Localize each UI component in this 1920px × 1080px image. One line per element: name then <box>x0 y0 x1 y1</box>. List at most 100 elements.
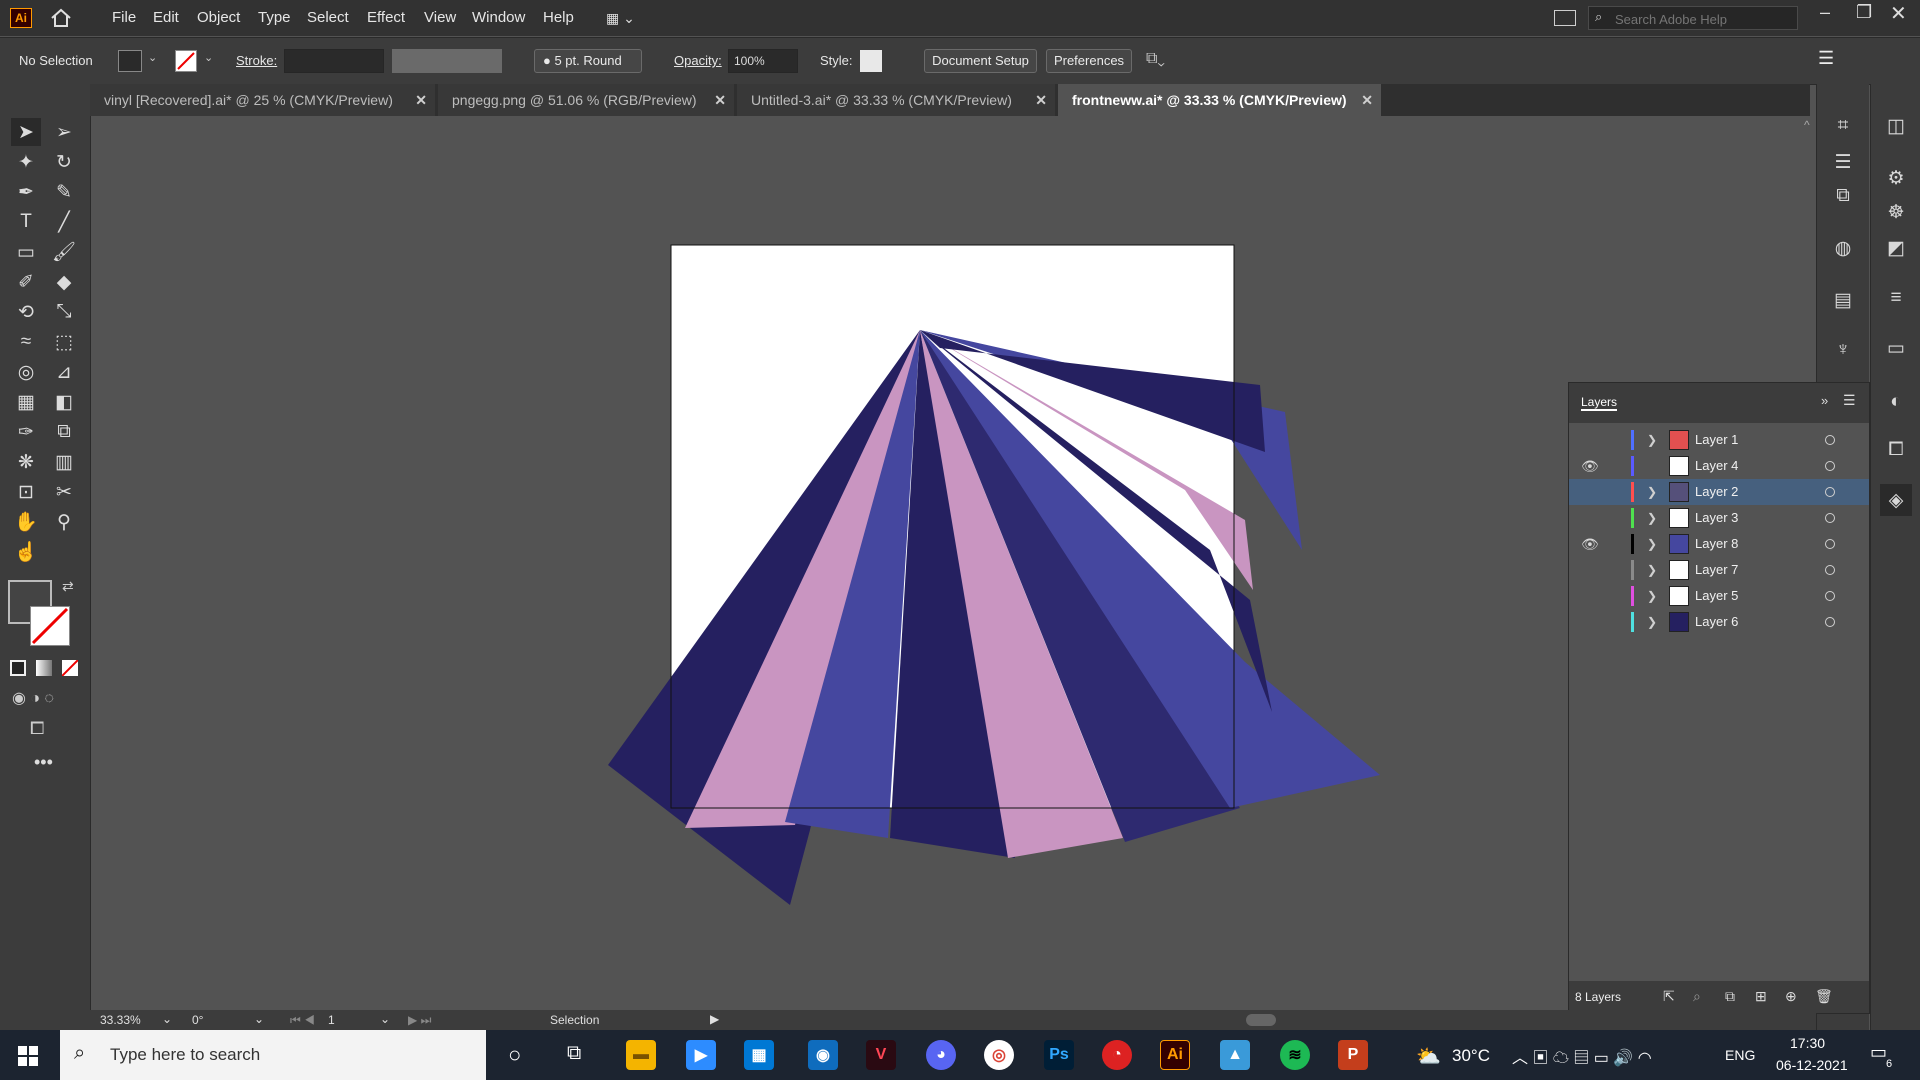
warp-tool-icon[interactable]: ≈ <box>11 328 41 356</box>
graphic-styles-icon[interactable]: ◩ <box>1880 232 1912 264</box>
collapse-panel-icon[interactable]: » <box>1821 393 1828 408</box>
delete-layer-icon[interactable]: 🗑 <box>1815 988 1833 1005</box>
properties-icon[interactable]: ◫ <box>1880 110 1912 142</box>
swap-colors-icon[interactable]: ⇄ <box>62 578 74 595</box>
gradient-mode-icon[interactable] <box>36 660 52 676</box>
shaper-tool-icon[interactable]: ✐ <box>11 268 41 296</box>
valorant-icon[interactable]: V <box>866 1040 896 1070</box>
opacity-label[interactable]: Opacity: <box>674 38 722 84</box>
new-sublayer-icon[interactable]: ⊞ <box>1755 988 1767 1005</box>
artboard-dropdown-icon[interactable]: ⌄ <box>380 1012 390 1026</box>
workspace-switcher[interactable]: ▦ ⌄ <box>606 10 646 26</box>
eyedropper-icon[interactable]: ✑ <box>11 418 41 446</box>
zoom-tool-icon[interactable]: ⚲ <box>49 508 79 536</box>
libraries-icon[interactable]: ⚙ <box>1880 162 1912 194</box>
column-graph-icon[interactable]: ▥ <box>49 448 79 476</box>
opacity-field[interactable]: 100% <box>728 49 798 73</box>
layer-target-icon[interactable] <box>1825 487 1835 497</box>
close-window-icon[interactable]: ✕ <box>1890 1 1907 26</box>
layer-name[interactable]: Layer 5 <box>1695 583 1738 609</box>
locate-object-icon[interactable]: ⌕ <box>1693 988 1701 1005</box>
stroke-swatch[interactable] <box>175 50 197 72</box>
line-tool-icon[interactable]: ╱ <box>49 208 79 236</box>
layer-name[interactable]: Layer 4 <box>1695 453 1738 479</box>
ms-store-icon[interactable]: ▦ <box>744 1040 774 1070</box>
layer-name[interactable]: Layer 7 <box>1695 557 1738 583</box>
expand-layer-icon[interactable]: ❯ <box>1647 427 1657 453</box>
weather-icon[interactable]: ⛅ <box>1416 1044 1441 1069</box>
more-tools-icon[interactable]: ••• <box>34 752 53 773</box>
status-menu-icon[interactable]: ▶ <box>710 1012 719 1026</box>
menu-help[interactable]: Help <box>543 0 574 36</box>
rotation-value[interactable]: 0° <box>192 1013 203 1027</box>
slice-tool-icon[interactable]: ✂ <box>49 478 79 506</box>
layer-target-icon[interactable] <box>1825 565 1835 575</box>
cortana-icon[interactable]: ○ <box>508 1042 521 1068</box>
clipping-mask-icon[interactable]: ⧉ <box>1725 988 1735 1005</box>
blend-tool-icon[interactable]: ⧉ <box>49 418 79 446</box>
layers-menu-icon[interactable]: ☰ <box>1843 392 1856 409</box>
layer-name[interactable]: Layer 1 <box>1695 427 1738 453</box>
layer-target-icon[interactable] <box>1825 435 1835 445</box>
canvas-area[interactable] <box>90 116 1816 1010</box>
layer-row[interactable]: 👁 Layer 4 <box>1569 453 1869 479</box>
discord-icon[interactable]: ◕ <box>926 1040 956 1070</box>
paintbrush-icon[interactable]: 🖌 <box>49 238 79 266</box>
stroke-weight-field[interactable] <box>284 49 384 73</box>
document-setup-button[interactable]: Document Setup <box>924 49 1037 73</box>
layer-target-icon[interactable] <box>1825 591 1835 601</box>
transform-icon[interactable]: ⌗ <box>1827 110 1859 142</box>
file-explorer-icon[interactable]: ▬ <box>626 1040 656 1070</box>
layer-target-icon[interactable] <box>1825 539 1835 549</box>
menu-type[interactable]: Type <box>258 0 291 36</box>
gradient-tool-icon[interactable]: ◧ <box>49 388 79 416</box>
artboard-next-icon[interactable]: ▶ ⏭ <box>408 1013 431 1028</box>
menu-select[interactable]: Select <box>307 0 349 36</box>
lasso-icon[interactable]: ↻ <box>49 148 79 176</box>
layers-panel-icon[interactable]: ◈ <box>1880 484 1912 516</box>
layer-target-icon[interactable] <box>1825 617 1835 627</box>
tab-pngegg[interactable]: pngegg.png @ 51.06 % (RGB/Preview) ✕ <box>438 84 734 116</box>
stroke-color-box[interactable] <box>30 606 70 646</box>
layer-target-icon[interactable] <box>1825 513 1835 523</box>
perspective-grid-icon[interactable]: ⊿ <box>49 358 79 386</box>
rotate-tool-icon[interactable]: ⟲ <box>11 298 41 326</box>
tab-untitled-3[interactable]: Untitled-3.ai* @ 33.33 % (CMYK/Preview) ✕ <box>737 84 1055 116</box>
clock-date[interactable]: 06-12-2021 <box>1776 1057 1848 1073</box>
eraser-icon[interactable]: ◆ <box>49 268 79 296</box>
search-adobe-help[interactable]: ⌕ <box>1588 6 1798 30</box>
preferences-button[interactable]: Preferences <box>1046 49 1132 73</box>
select-similar-icon[interactable]: ⧉⌄ <box>1146 50 1165 68</box>
system-tray-icons[interactable]: ︿ ▣ ☁ ▤ ▭ 🔊 ◠ <box>1512 1044 1652 1068</box>
powerpoint-icon[interactable]: P <box>1338 1040 1368 1070</box>
tab-frontneww[interactable]: frontneww.ai* @ 33.33 % (CMYK/Preview) ✕ <box>1058 84 1381 116</box>
arrange-documents-icon[interactable] <box>1554 10 1576 26</box>
expand-layer-icon[interactable]: ❯ <box>1647 531 1657 557</box>
pathfinder-icon[interactable]: ⧉ <box>1827 180 1859 212</box>
artboard-number[interactable]: 1 <box>328 1013 335 1027</box>
layer-name[interactable]: Layer 3 <box>1695 505 1738 531</box>
visibility-eye-icon[interactable]: 👁 <box>1581 531 1599 557</box>
type-tool-icon[interactable]: T <box>11 208 41 236</box>
swatches-icon[interactable]: ▤ <box>1827 284 1859 316</box>
artboard-tool-icon[interactable]: ⊡ <box>11 478 41 506</box>
windows-start-icon[interactable] <box>18 1046 38 1066</box>
media-player-icon[interactable]: ◔ <box>1102 1040 1132 1070</box>
menu-object[interactable]: Object <box>197 0 240 36</box>
layer-name[interactable]: Layer 8 <box>1695 531 1738 557</box>
layer-row[interactable]: ❯ Layer 7 <box>1569 557 1869 583</box>
free-transform-icon[interactable]: ⬚ <box>49 328 79 356</box>
brushes-icon[interactable]: ♆ <box>1827 334 1859 366</box>
menu-effect[interactable]: Effect <box>367 0 405 36</box>
expand-layer-icon[interactable]: ❯ <box>1647 609 1657 635</box>
photoshop-icon[interactable]: Ps <box>1044 1040 1074 1070</box>
align-icon[interactable]: ☰ <box>1827 146 1859 178</box>
layer-row[interactable]: ❯ Layer 5 <box>1569 583 1869 609</box>
close-tab-icon[interactable]: ✕ <box>1035 84 1047 116</box>
menu-view[interactable]: View <box>424 0 456 36</box>
scale-tool-icon[interactable]: ⤡ <box>49 298 79 326</box>
expand-layer-icon[interactable]: ❯ <box>1647 479 1657 505</box>
shape-builder-icon[interactable]: ◎ <box>11 358 41 386</box>
transparency-icon[interactable]: ◐ <box>1880 386 1912 418</box>
horizontal-scrollbar[interactable] <box>1246 1014 1276 1026</box>
